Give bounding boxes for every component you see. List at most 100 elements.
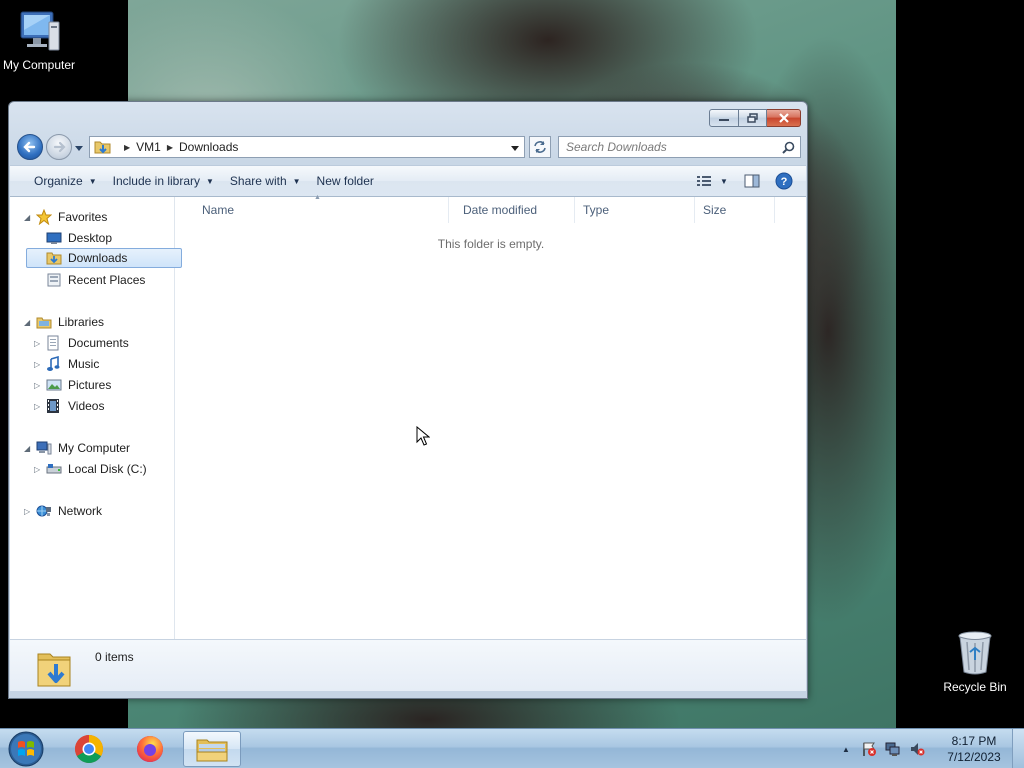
tree-my-computer[interactable]: ◢ My Computer: [24, 438, 130, 458]
search-box[interactable]: [558, 136, 801, 158]
libraries-icon: [36, 314, 54, 330]
collapse-arrow-icon[interactable]: ◢: [24, 444, 30, 453]
music-icon: [46, 356, 64, 372]
column-header-type[interactable]: Type: [575, 197, 695, 223]
item-count: 0 items: [95, 650, 134, 664]
tree-item-music[interactable]: ▷ Music: [34, 354, 99, 374]
column-header-size[interactable]: Size: [695, 197, 775, 223]
chevron-down-icon[interactable]: [510, 143, 520, 153]
share-with-label: Share with: [229, 174, 287, 188]
details-pane: 0 items: [10, 639, 806, 691]
desktop-icon-label: My Computer: [2, 58, 76, 72]
minimize-button[interactable]: [709, 109, 739, 127]
expand-arrow-icon[interactable]: ▷: [34, 381, 40, 390]
chrome-icon: [75, 735, 103, 763]
pictures-icon: [46, 377, 64, 393]
taskbar: ▲ 8:17 PM 7/12/2023: [0, 728, 1024, 768]
desktop-icon-label: Recycle Bin: [943, 680, 1007, 694]
back-arrow-icon: [23, 141, 36, 153]
column-headers: ▲ Name Date modified Type Size: [176, 194, 806, 223]
expand-arrow-icon[interactable]: ▷: [34, 360, 40, 369]
collapse-arrow-icon[interactable]: ◢: [24, 213, 30, 222]
file-list-pane[interactable]: ▲ Name Date modified Type Size This fold…: [176, 194, 806, 639]
explorer-body: ◢ Favorites Desktop Downloads Recent Pla…: [10, 194, 806, 639]
share-with-button[interactable]: Share with ▼: [222, 169, 309, 193]
tree-label: Recent Places: [68, 273, 146, 287]
forward-arrow-icon: [53, 141, 66, 153]
breadcrumb-vm1[interactable]: VM1: [136, 140, 161, 154]
recent-pages-dropdown-icon[interactable]: [74, 143, 84, 153]
taskbar-firefox[interactable]: [121, 731, 179, 767]
tree-label: Libraries: [58, 315, 105, 329]
tree-item-local-disk[interactable]: ▷ Local Disk (C:): [34, 459, 147, 479]
preview-pane-button[interactable]: [740, 169, 764, 193]
tree-item-documents[interactable]: ▷ Documents: [34, 333, 129, 353]
documents-icon: [46, 335, 64, 351]
breadcrumb-downloads[interactable]: Downloads: [179, 140, 238, 154]
help-button[interactable]: ?: [772, 169, 796, 193]
start-button[interactable]: [6, 730, 46, 768]
close-button[interactable]: [767, 109, 801, 127]
back-button[interactable]: [17, 134, 43, 160]
tree-label: Videos: [68, 399, 105, 413]
address-bar[interactable]: ▶ VM1 ▶ Downloads: [89, 136, 525, 158]
new-folder-label: New folder: [316, 174, 374, 188]
tree-item-videos[interactable]: ▷ Videos: [34, 396, 105, 416]
include-in-library-button[interactable]: Include in library ▼: [105, 169, 222, 193]
tree-libraries[interactable]: ◢ Libraries: [24, 312, 105, 332]
show-desktop-button[interactable]: [1012, 729, 1024, 768]
command-bar: Organize ▼ Include in library ▼ Share wi…: [10, 165, 806, 197]
star-icon: [36, 209, 54, 225]
chevron-down-icon: ▼: [88, 176, 97, 186]
network-status-icon[interactable]: [884, 740, 902, 758]
chevron-down-icon: ▼: [720, 176, 728, 186]
tree-item-pictures[interactable]: ▷ Pictures: [34, 375, 111, 395]
desktop-icon-my-computer[interactable]: My Computer: [0, 8, 81, 72]
breadcrumb-separator[interactable]: ▶: [124, 143, 130, 152]
collapse-arrow-icon[interactable]: ◢: [24, 318, 30, 327]
tree-item-downloads[interactable]: Downloads: [26, 248, 182, 268]
expand-arrow-icon[interactable]: ▷: [24, 507, 30, 516]
refresh-button[interactable]: [529, 136, 551, 158]
column-header-date-modified[interactable]: Date modified: [455, 197, 575, 223]
desktop-icon-recycle-bin[interactable]: Recycle Bin: [933, 630, 1017, 694]
breadcrumb-separator[interactable]: ▶: [167, 143, 173, 152]
tree-favorites[interactable]: ◢ Favorites: [24, 207, 108, 227]
search-icon[interactable]: [782, 141, 795, 154]
clock-date: 7/12/2023: [947, 750, 1001, 764]
organize-button[interactable]: Organize ▼: [26, 169, 105, 193]
chevron-down-icon: ▼: [206, 176, 214, 186]
tree-label: Network: [58, 504, 103, 518]
action-center-icon[interactable]: [860, 740, 878, 758]
search-input[interactable]: [559, 137, 774, 157]
volume-muted-icon[interactable]: [908, 740, 926, 758]
column-header-name[interactable]: Name: [194, 197, 449, 223]
preview-pane-icon: [744, 174, 760, 188]
expand-arrow-icon[interactable]: ▷: [34, 402, 40, 411]
tree-network[interactable]: ▷ Network: [24, 501, 103, 521]
firefox-icon: [137, 736, 163, 762]
svg-text:?: ?: [781, 176, 788, 188]
tree-item-recent-places[interactable]: Recent Places: [46, 270, 145, 290]
tree-label: Favorites: [58, 210, 108, 224]
show-hidden-icons-button[interactable]: ▲: [842, 745, 850, 754]
view-list-icon: [697, 176, 712, 186]
taskbar-chrome[interactable]: [60, 731, 118, 767]
new-folder-button[interactable]: New folder: [309, 169, 382, 193]
chevron-down-icon: ▼: [292, 176, 301, 186]
restore-button[interactable]: [739, 109, 767, 127]
forward-button[interactable]: [46, 134, 72, 160]
expand-arrow-icon[interactable]: ▷: [34, 339, 40, 348]
window-controls: [709, 109, 801, 127]
empty-folder-message: This folder is empty.: [437, 237, 545, 251]
tree-label: Documents: [68, 336, 129, 350]
change-view-button[interactable]: ▼: [692, 169, 732, 193]
taskbar-windows-explorer[interactable]: [183, 731, 241, 767]
expand-arrow-icon[interactable]: ▷: [34, 465, 40, 474]
mouse-cursor-icon: [416, 426, 430, 446]
refresh-icon: [534, 141, 546, 153]
tree-item-desktop[interactable]: Desktop: [46, 228, 112, 248]
clock[interactable]: 8:17 PM 7/12/2023: [938, 733, 1010, 765]
tree-label: Downloads: [68, 251, 128, 265]
computer-icon: [36, 440, 54, 456]
